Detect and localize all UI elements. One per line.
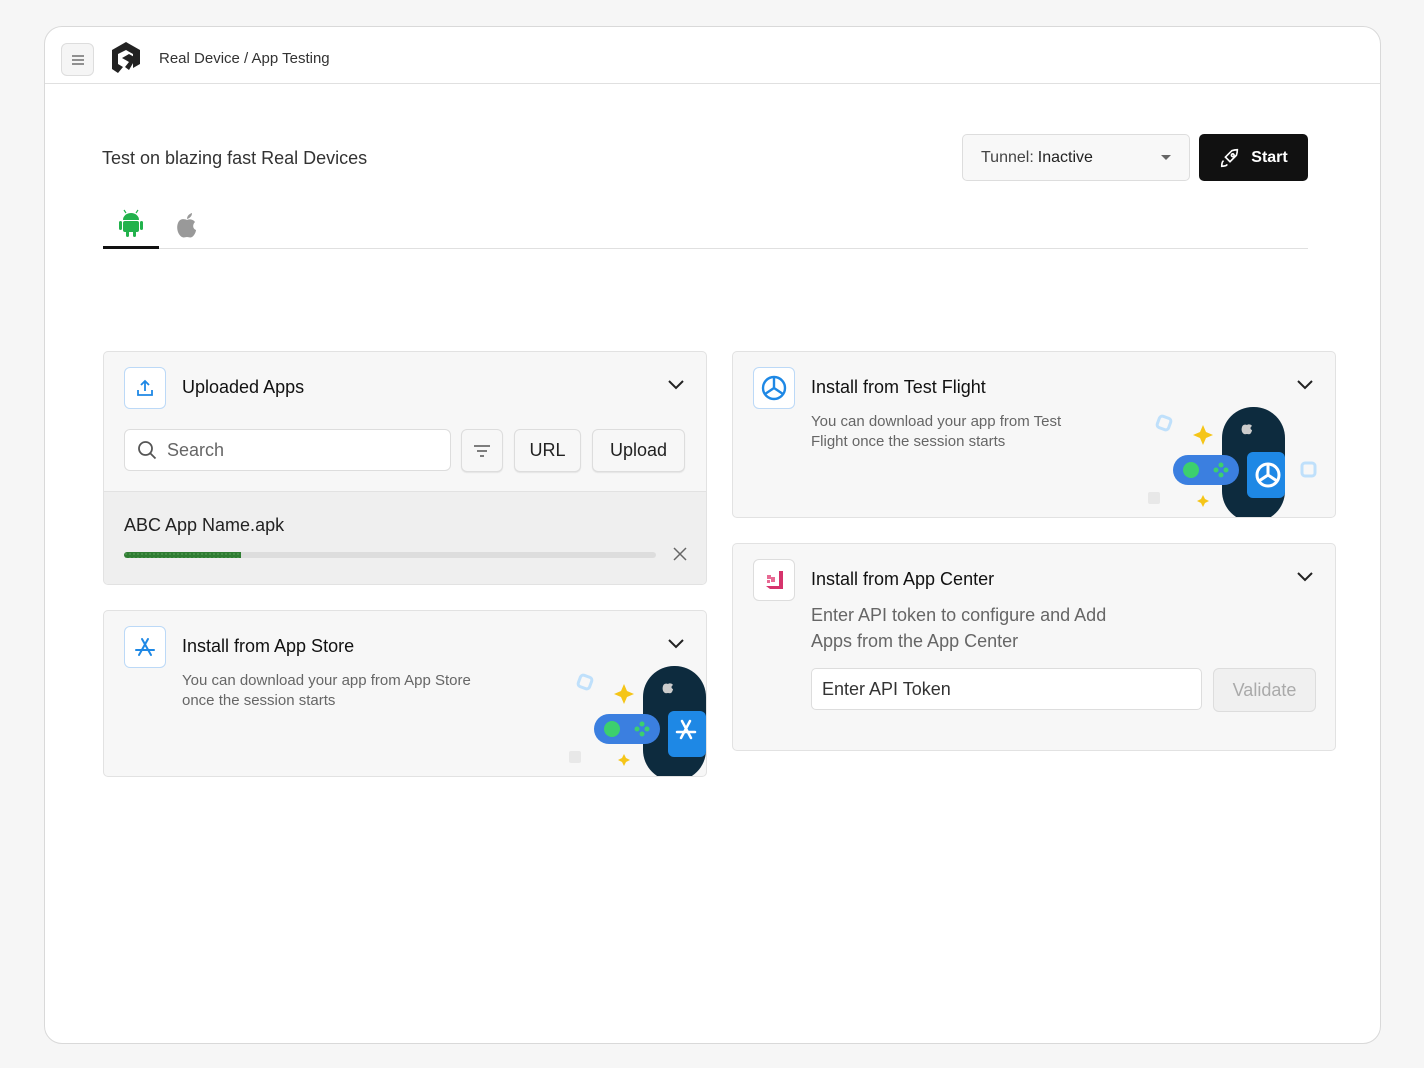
upload-progress-bar	[124, 552, 656, 558]
tab-android[interactable]	[103, 202, 159, 249]
card-title: Uploaded Apps	[182, 377, 304, 398]
app-store-icon-box	[124, 626, 166, 668]
test-flight-icon	[760, 374, 788, 402]
card-title: Install from App Store	[182, 636, 354, 657]
top-header: Real Device / App Testing	[45, 27, 1380, 84]
card-title: Install from Test Flight	[811, 377, 986, 398]
apple-icon	[174, 211, 200, 241]
card-title: Install from App Center	[811, 569, 994, 590]
start-button[interactable]: Start	[1199, 134, 1308, 181]
rocket-icon	[1219, 147, 1241, 169]
validate-button[interactable]: Validate	[1213, 668, 1316, 712]
decorative-shape-icon	[1299, 460, 1319, 480]
chevron-down-icon[interactable]	[1297, 380, 1313, 390]
uploaded-apps-card: Uploaded Apps Search URL Upload ABC App …	[103, 351, 707, 585]
tunnel-status: Inactive	[1038, 149, 1093, 167]
app-center-icon	[762, 568, 786, 592]
test-flight-card: Install from Test Flight You can downloa…	[732, 351, 1336, 518]
breadcrumb[interactable]: Real Device / App Testing	[159, 50, 330, 67]
search-placeholder: Search	[167, 440, 224, 461]
app-store-icon	[133, 635, 157, 659]
app-window: Real Device / App Testing Test on blazin…	[44, 26, 1381, 1044]
search-input[interactable]: Search	[124, 429, 451, 471]
menu-button[interactable]	[61, 43, 94, 76]
app-center-card: Install from App Center Enter API token …	[732, 543, 1336, 751]
tunnel-dropdown[interactable]: Tunnel:Inactive	[962, 134, 1190, 181]
search-icon	[137, 440, 157, 460]
start-label: Start	[1251, 149, 1287, 167]
close-icon[interactable]	[673, 547, 687, 561]
app-store-card: Install from App Store You can download …	[103, 610, 707, 777]
test-flight-illustration	[1095, 402, 1285, 517]
platform-tabs	[103, 202, 1308, 249]
lambdatest-logo[interactable]	[109, 40, 143, 76]
android-icon	[117, 209, 145, 239]
hamburger-icon	[71, 54, 85, 66]
chevron-down-icon[interactable]	[668, 380, 684, 390]
card-description: You can download your app from Test Flig…	[811, 412, 1101, 452]
card-description: Enter API token to configure and Add App…	[811, 602, 1141, 654]
chevron-down-icon[interactable]	[668, 639, 684, 649]
app-center-icon-box	[753, 559, 795, 601]
file-name: ABC App Name.apk	[124, 515, 284, 536]
url-button[interactable]: URL	[514, 429, 581, 472]
chevron-down-icon[interactable]	[1297, 572, 1313, 582]
page-title: Test on blazing fast Real Devices	[102, 148, 367, 169]
tunnel-label: Tunnel:	[981, 149, 1034, 167]
test-flight-icon-box	[753, 367, 795, 409]
api-token-input[interactable]: Enter API Token	[811, 668, 1202, 710]
upload-icon	[135, 378, 155, 398]
caret-down-icon	[1161, 155, 1171, 160]
tab-ios[interactable]	[159, 202, 215, 249]
upload-icon-box	[124, 367, 166, 409]
upload-button[interactable]: Upload	[592, 429, 685, 472]
uploaded-file-row: ABC App Name.apk	[104, 491, 706, 584]
filter-button[interactable]	[461, 429, 503, 472]
filter-icon	[473, 445, 491, 457]
card-description: You can download your app from App Store…	[182, 671, 472, 711]
app-store-illustration	[516, 661, 706, 776]
upload-progress-fill	[124, 552, 241, 558]
